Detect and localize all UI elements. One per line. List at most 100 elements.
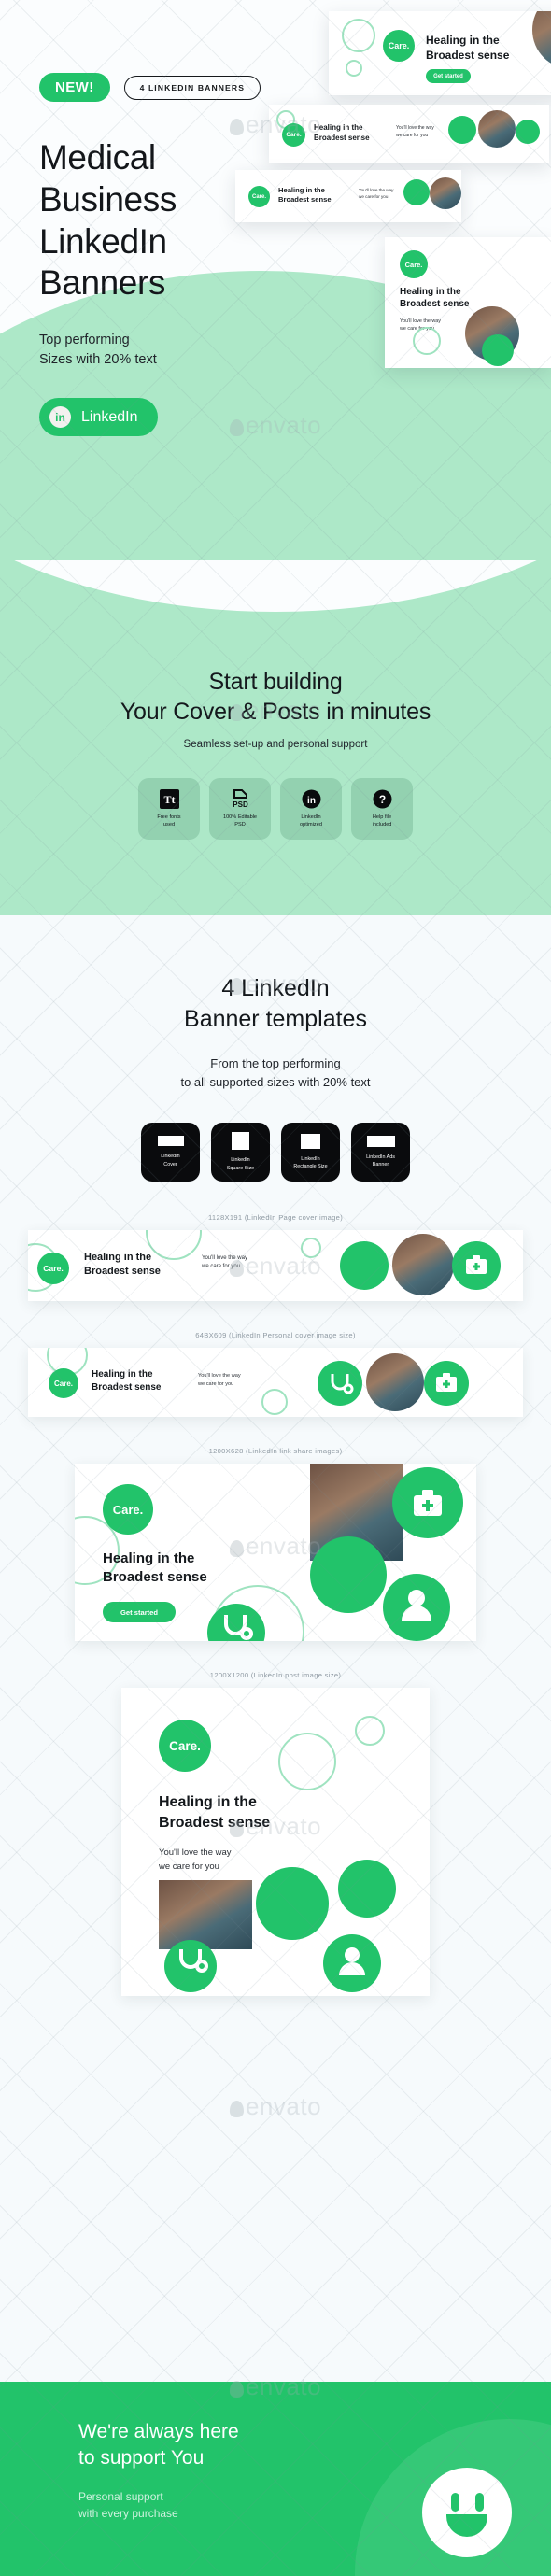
banner-headline: Healing in the Broadest sense bbox=[84, 1252, 161, 1277]
title-line-4: Banners bbox=[39, 263, 166, 303]
linkedin-button[interactable]: in LinkedIn bbox=[39, 398, 158, 437]
doctor-icon bbox=[339, 1947, 365, 1975]
care-logo: Care. bbox=[400, 250, 428, 278]
psd-file-icon: PSD bbox=[231, 788, 250, 809]
help-icon: ? bbox=[373, 789, 392, 809]
band-title-line-1: Start building bbox=[208, 669, 343, 695]
banner-headline: Healing in the Broadest sense bbox=[92, 1369, 162, 1393]
footer-title-line-1: We're always here bbox=[78, 2421, 239, 2442]
watermark: envato bbox=[229, 970, 321, 998]
linkedin-icon: in bbox=[49, 406, 71, 429]
title-line-3: LinkedIn bbox=[39, 221, 167, 261]
preview-label-link-share: 1200X628 (LinkedIn link share images) bbox=[208, 1447, 343, 1455]
care-logo: Care. bbox=[37, 1253, 69, 1284]
templates-section: 4 LinkedIn Banner templates From the top… bbox=[0, 915, 551, 2382]
preview-label-page-cover: 1128X191 (LinkedIn Page cover image) bbox=[207, 1213, 344, 1222]
care-logo: Care. bbox=[103, 1484, 153, 1535]
banner-headline: Healing in the Broadest sense bbox=[426, 34, 509, 63]
footer-subtitle: Personal support with every purchase bbox=[78, 2488, 551, 2522]
band-subtitle: Seamless set-up and personal support bbox=[183, 739, 368, 750]
hero-subtitle: Top performing Sizes with 20% text bbox=[39, 331, 319, 370]
watermark: envato bbox=[229, 1812, 321, 1841]
shape-rect-tall bbox=[301, 1133, 320, 1149]
watermark: envato bbox=[229, 1252, 321, 1281]
decor-dot bbox=[403, 179, 430, 205]
subcopy-line-2: we care for you bbox=[359, 193, 389, 199]
svg-text:Tt: Tt bbox=[163, 793, 175, 806]
feature-caption: Help file included bbox=[372, 814, 392, 828]
decor-dot bbox=[340, 1241, 389, 1290]
support-footer: We're always here to support You Persona… bbox=[0, 2382, 551, 2576]
subcopy-line-1: You'll love the way bbox=[396, 125, 434, 131]
subcopy-line-1: You'll love the way bbox=[359, 188, 394, 192]
product-preview-page: NEW! 4 LINKEDIN BANNERS Medical Business… bbox=[0, 0, 551, 2576]
decor-ring bbox=[342, 19, 375, 52]
preview-banner-personal-cover: Care. Healing in the Broadest sense You'… bbox=[28, 1348, 523, 1417]
size-card-caption: LinkedIn Ads Banner bbox=[366, 1154, 395, 1168]
page-title: Medical Business LinkedIn Banners bbox=[39, 137, 319, 304]
care-logo: Care. bbox=[159, 1720, 211, 1772]
watermark: envato bbox=[229, 110, 321, 139]
svg-text:PSD: PSD bbox=[233, 800, 248, 809]
subcopy-line-2: we care for you bbox=[396, 132, 429, 138]
decor-ring bbox=[346, 60, 362, 77]
new-badge: NEW! bbox=[39, 73, 110, 102]
linkedin-icon: in bbox=[302, 789, 321, 809]
feature-psd: PSD 100% Editable PSD bbox=[209, 778, 271, 840]
watermark: envato bbox=[229, 1532, 321, 1561]
size-card-ads-banner[interactable]: LinkedIn Ads Banner bbox=[351, 1123, 410, 1182]
banner-subcopy: You'll love the way we care for you bbox=[198, 1373, 241, 1387]
shape-square bbox=[232, 1132, 249, 1151]
decor-dot bbox=[310, 1536, 387, 1613]
preview-label-post: 1200X1200 (LinkedIn post image size) bbox=[209, 1671, 342, 1679]
size-card-square[interactable]: LinkedIn Square Size bbox=[211, 1123, 270, 1182]
banner-headline: Healing in the Broadest sense bbox=[400, 286, 469, 310]
banner-count-badge: 4 LINKEDIN BANNERS bbox=[123, 75, 261, 100]
size-card-cover[interactable]: LinkedIn Cover bbox=[141, 1123, 200, 1182]
templates-lead: From the top performing to all supported… bbox=[0, 1054, 551, 1091]
banner-headline: Healing in the Broadest sense bbox=[314, 123, 370, 144]
stethoscope-icon bbox=[224, 1615, 253, 1640]
care-logo: Care. bbox=[49, 1368, 78, 1398]
decor-dot bbox=[338, 1860, 396, 1918]
title-line-1: Medical bbox=[39, 138, 156, 177]
preview-card-post: Care. Healing in the Broadest sense You'… bbox=[385, 237, 551, 368]
svg-text:?: ? bbox=[378, 793, 385, 806]
subcopy-line-1: You'll love the way bbox=[400, 318, 441, 324]
photo-panel bbox=[159, 1880, 252, 1949]
headline-line-1: Healing in the bbox=[400, 287, 461, 297]
photo-circle bbox=[478, 110, 516, 148]
headline-line-2: Broadest sense bbox=[314, 133, 370, 142]
decor-dot bbox=[424, 1361, 469, 1406]
photo-circle bbox=[430, 177, 461, 209]
decor-ring bbox=[355, 1716, 385, 1746]
hero-subtitle-line-2: Sizes with 20% text bbox=[39, 352, 157, 368]
decor-dot bbox=[448, 116, 476, 144]
watermark: envato bbox=[229, 2092, 321, 2121]
preview-card-cover: Care. Healing in the Broadest sense Get … bbox=[329, 11, 551, 95]
decor-dot bbox=[482, 334, 514, 366]
decor-dot bbox=[323, 1934, 381, 1992]
banner-subcopy: You'll love the way we care for you bbox=[359, 188, 393, 201]
hero-subtitle-line-1: Top performing bbox=[39, 333, 130, 348]
size-card-rectangle[interactable]: LinkedIn Rectangle Size bbox=[281, 1123, 340, 1182]
decor-ring bbox=[261, 1389, 288, 1415]
get-started-button[interactable]: Get started bbox=[103, 1602, 176, 1622]
feature-caption: Free fonts used bbox=[157, 814, 181, 828]
footer-subtitle-line-1: Personal support bbox=[78, 2489, 163, 2503]
medical-case-icon bbox=[466, 1255, 487, 1274]
decor-dot bbox=[256, 1867, 329, 1940]
get-started-button[interactable]: Get started bbox=[426, 69, 471, 83]
headline-line-1: Healing in the bbox=[426, 34, 500, 47]
care-logo: Care. bbox=[383, 30, 415, 62]
hero-section: NEW! 4 LINKEDIN BANNERS Medical Business… bbox=[0, 0, 551, 560]
font-icon: Tt bbox=[159, 788, 179, 809]
footer-title: We're always here to support You bbox=[78, 2419, 551, 2471]
feature-caption: LinkedIn optimized bbox=[300, 814, 322, 828]
title-line-2: Business bbox=[39, 179, 177, 219]
size-card-caption: LinkedIn Cover bbox=[161, 1154, 180, 1168]
photo-circle bbox=[366, 1353, 424, 1411]
svg-text:in: in bbox=[307, 796, 316, 806]
watermark: envato bbox=[229, 411, 321, 440]
feature-help: ? Help file included bbox=[351, 778, 413, 840]
